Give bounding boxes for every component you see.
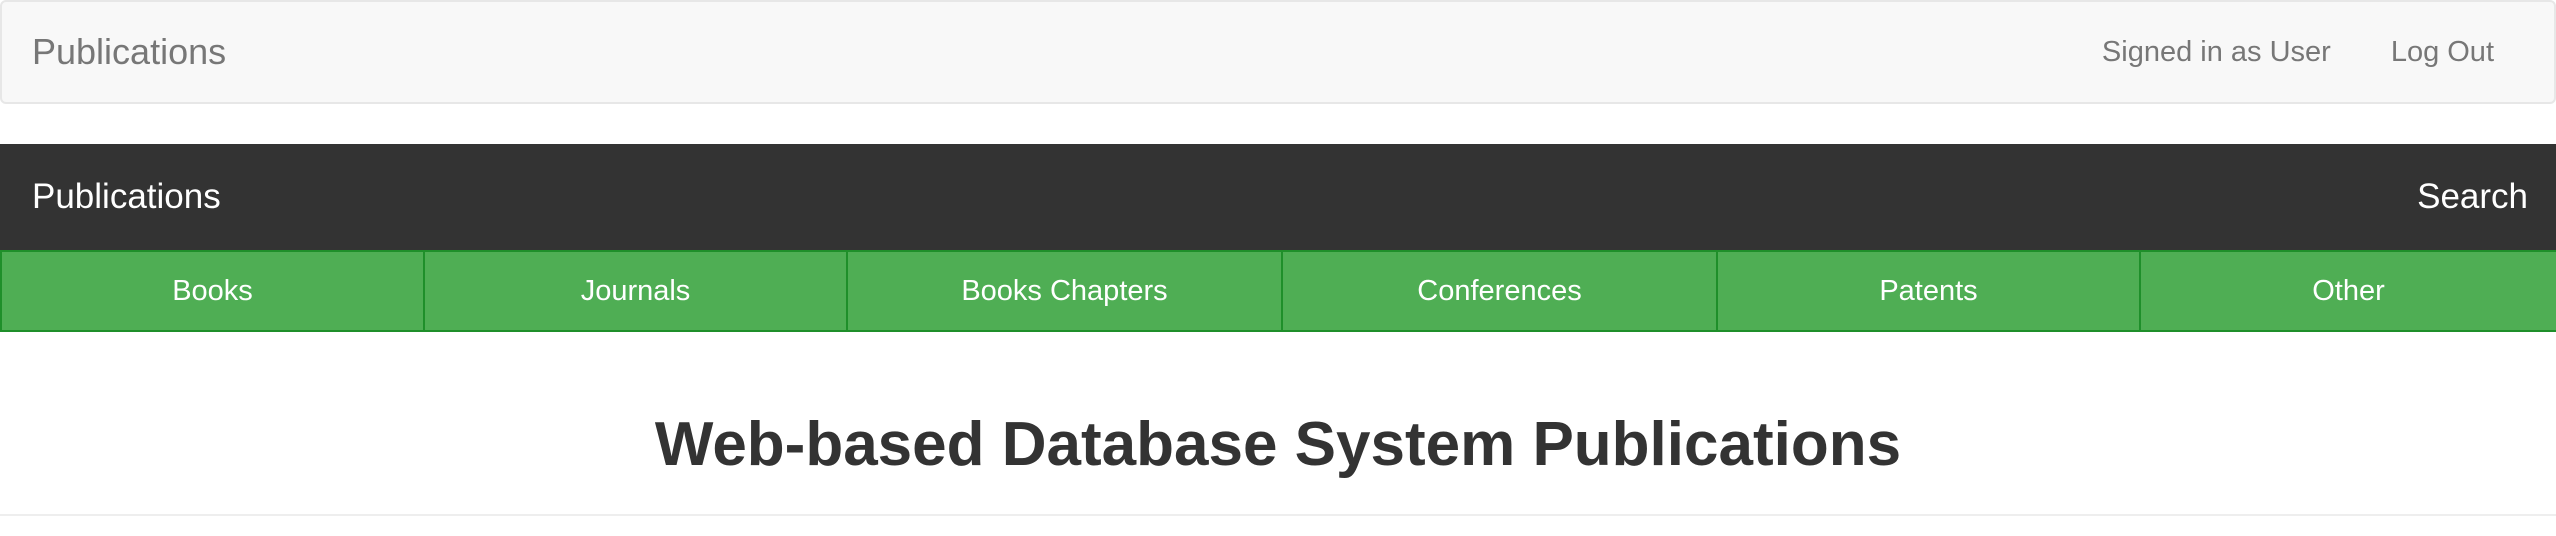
tab-patents[interactable]: Patents: [1716, 252, 2139, 330]
top-brand-link[interactable]: Publications: [32, 2, 226, 102]
category-nav: Books Journals Books Chapters Conference…: [0, 250, 2556, 332]
section-navbar: Publications Search: [0, 144, 2556, 250]
page-title: Web-based Database System Publications: [654, 410, 1902, 479]
top-navbar: Publications Signed in as User Log Out: [0, 0, 2556, 104]
tab-other[interactable]: Other: [2139, 252, 2556, 330]
top-navbar-right: Signed in as User Log Out: [2102, 2, 2494, 102]
tab-books-chapters[interactable]: Books Chapters: [846, 252, 1281, 330]
search-link[interactable]: Search: [2417, 144, 2528, 250]
section-brand-link[interactable]: Publications: [32, 144, 221, 250]
tab-conferences[interactable]: Conferences: [1281, 252, 1716, 330]
tab-journals[interactable]: Journals: [423, 252, 846, 330]
divider: [0, 514, 2556, 516]
signed-in-text: Signed in as User: [2101, 35, 2331, 68]
logout-link[interactable]: Log Out: [2391, 36, 2494, 69]
tab-books[interactable]: Books: [0, 252, 423, 330]
